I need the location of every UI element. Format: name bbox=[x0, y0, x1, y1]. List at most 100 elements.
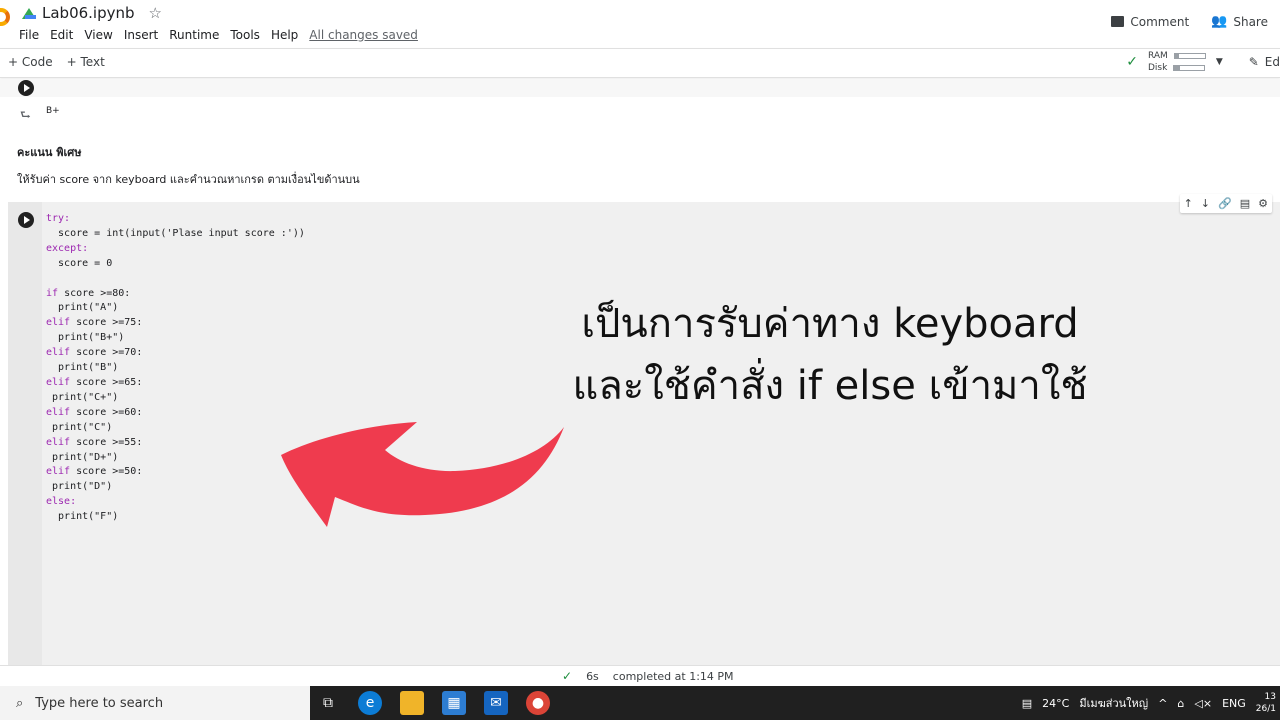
code-cell[interactable]: ↑ ↓ 🔗 ▤ ⚙ try: score = int(input('Plase … bbox=[8, 194, 1280, 665]
ram-bar bbox=[1173, 53, 1206, 59]
execution-status[interactable]: ✓ 6s completed at 1:14 PM bbox=[562, 669, 734, 683]
status-bar: ✓ 6s completed at 1:14 PM bbox=[0, 665, 1280, 686]
volume-icon[interactable]: ◁× bbox=[1194, 697, 1212, 710]
code-line: elif score >=75: bbox=[46, 317, 143, 329]
menu-edit[interactable]: Edit bbox=[50, 28, 73, 42]
file-explorer-icon[interactable] bbox=[400, 691, 424, 715]
menu-help[interactable]: Help bbox=[271, 28, 298, 42]
code-editor[interactable]: try: score = int(input('Plase input scor… bbox=[46, 212, 305, 525]
store-icon[interactable]: ▦ bbox=[442, 691, 466, 715]
code-line: print("B+") bbox=[46, 332, 125, 344]
title-row: Lab06.ipynb ☆ bbox=[22, 4, 162, 22]
comment-button[interactable]: Comment bbox=[1111, 15, 1189, 29]
code-line: elif score >=65: bbox=[46, 376, 143, 388]
add-cell-buttons: + Code + Text bbox=[8, 55, 105, 69]
ram-bar-fill bbox=[1174, 54, 1180, 58]
pinned-apps: ⧉ e ▦ ✉ ● bbox=[316, 691, 550, 715]
annotation-overlay: เป็นการรับค่าทาง keyboard และใช้คำสั่ง i… bbox=[560, 293, 1100, 417]
cell-gutter bbox=[8, 202, 42, 665]
share-button[interactable]: 👥 Share bbox=[1211, 14, 1268, 29]
cell-toolbar: ↑ ↓ 🔗 ▤ ⚙ bbox=[1179, 194, 1272, 213]
ram-meter: RAM bbox=[1148, 51, 1206, 61]
clock-time: 13 bbox=[1264, 692, 1276, 702]
notebook-body: ⮑ B+ คะแนน พิเศษ ให้รับค่า score จาก key… bbox=[0, 79, 1280, 665]
link-icon[interactable]: 🔗 bbox=[1218, 197, 1232, 210]
exec-completed: completed at 1:14 PM bbox=[612, 669, 734, 683]
notebook-toolbar: + Code + Text ✓ RAM Disk ▼ ✎ Ed bbox=[0, 48, 1280, 78]
ram-label: RAM bbox=[1148, 51, 1168, 61]
code-line: elif score >=60: bbox=[46, 406, 143, 418]
settings-icon[interactable]: ⚙ bbox=[1258, 197, 1268, 210]
code-line: else: bbox=[46, 496, 77, 508]
menu-file[interactable]: File bbox=[19, 28, 39, 42]
cell-output: B+ bbox=[46, 106, 60, 116]
menu-bar: File Edit View Insert Runtime Tools Help… bbox=[19, 28, 418, 42]
colab-header: Lab06.ipynb ☆ File Edit View Insert Runt… bbox=[0, 0, 1280, 48]
editing-button[interactable]: ✎ Ed bbox=[1249, 55, 1280, 69]
run-cell-button[interactable] bbox=[18, 80, 34, 96]
weather-temp[interactable]: 24°C bbox=[1042, 697, 1069, 710]
markdown-text: ให้รับค่า score จาก keyboard และคำนวณหาเ… bbox=[17, 173, 360, 186]
output-icon[interactable]: ⮑ bbox=[20, 106, 31, 127]
comment-icon bbox=[1111, 16, 1125, 27]
code-line: print("C+") bbox=[46, 391, 119, 403]
taskbar-search[interactable]: ⌕ Type here to search bbox=[0, 686, 310, 720]
plus-icon: + bbox=[66, 55, 77, 69]
previous-code-cell[interactable] bbox=[0, 79, 1280, 97]
chevron-up-icon[interactable]: ^ bbox=[1158, 697, 1167, 710]
header-actions: Comment 👥 Share bbox=[1111, 14, 1268, 29]
code-line: elif score >=50: bbox=[46, 466, 143, 478]
drive-icon[interactable] bbox=[22, 7, 36, 19]
windows-taskbar: ⌕ Type here to search ⧉ e ▦ ✉ ● ▤ 24°C ม… bbox=[0, 686, 1280, 720]
colab-logo-icon[interactable] bbox=[0, 8, 10, 26]
connected-check-icon: ✓ bbox=[1126, 54, 1138, 70]
move-up-icon[interactable]: ↑ bbox=[1184, 197, 1193, 210]
code-line: print("C") bbox=[46, 421, 113, 433]
move-down-icon[interactable]: ↓ bbox=[1201, 197, 1210, 210]
menu-insert[interactable]: Insert bbox=[124, 28, 158, 42]
editing-label: Ed bbox=[1264, 55, 1280, 69]
run-cell-button[interactable] bbox=[18, 212, 34, 228]
code-line: print("F") bbox=[46, 511, 119, 523]
disk-meter: Disk bbox=[1148, 63, 1206, 73]
chevron-down-icon[interactable]: ▼ bbox=[1216, 57, 1223, 67]
language-indicator[interactable]: ENG bbox=[1222, 697, 1246, 710]
code-line: score = 0 bbox=[46, 257, 113, 269]
star-icon[interactable]: ☆ bbox=[149, 4, 162, 22]
share-label: Share bbox=[1233, 14, 1268, 29]
save-status-link[interactable]: All changes saved bbox=[309, 28, 418, 42]
weather-icon[interactable]: ▤ bbox=[1022, 697, 1032, 710]
add-text-button[interactable]: + Text bbox=[67, 55, 105, 69]
code-line: score = int(input('Plase input score :')… bbox=[46, 227, 305, 239]
annotation-arrow-icon bbox=[281, 422, 564, 527]
search-placeholder: Type here to search bbox=[35, 695, 164, 711]
comment-label: Comment bbox=[1130, 14, 1190, 29]
code-line: elif score >=70: bbox=[46, 347, 143, 359]
code-line: if score >=80: bbox=[46, 287, 131, 299]
code-line: print("A") bbox=[46, 302, 119, 314]
disk-label: Disk bbox=[1148, 63, 1168, 73]
menu-tools[interactable]: Tools bbox=[230, 28, 260, 42]
comment-icon[interactable]: ▤ bbox=[1240, 197, 1250, 210]
code-line: print("D+") bbox=[46, 451, 119, 463]
notebook-title[interactable]: Lab06.ipynb bbox=[42, 4, 135, 22]
exec-duration: 6s bbox=[586, 669, 599, 683]
menu-view[interactable]: View bbox=[84, 28, 112, 42]
add-code-button[interactable]: + Code bbox=[8, 55, 53, 69]
weather-text[interactable]: มีเมฆส่วนใหญ่ bbox=[1079, 694, 1148, 712]
system-tray: ▤ 24°C มีเมฆส่วนใหญ่ ^ ⌂ ◁× ENG 13 26/1 bbox=[1022, 686, 1280, 720]
annotation-line-2: และใช้คำสั่ง if else เข้ามาใช้ bbox=[572, 363, 1088, 409]
network-icon[interactable]: ⌂ bbox=[1177, 697, 1184, 710]
chrome-icon[interactable]: ● bbox=[526, 691, 550, 715]
search-icon: ⌕ bbox=[16, 695, 24, 711]
clock[interactable]: 13 26/1 bbox=[1256, 691, 1276, 715]
mail-icon[interactable]: ✉ bbox=[484, 691, 508, 715]
task-view-icon[interactable]: ⧉ bbox=[316, 691, 340, 715]
resource-meters[interactable]: RAM Disk bbox=[1148, 51, 1206, 73]
edge-icon[interactable]: e bbox=[358, 691, 382, 715]
code-line: except: bbox=[46, 242, 89, 254]
add-code-label: Code bbox=[21, 55, 53, 69]
annotation-line-1: เป็นการรับค่าทาง keyboard bbox=[581, 301, 1079, 347]
menu-runtime[interactable]: Runtime bbox=[169, 28, 219, 42]
